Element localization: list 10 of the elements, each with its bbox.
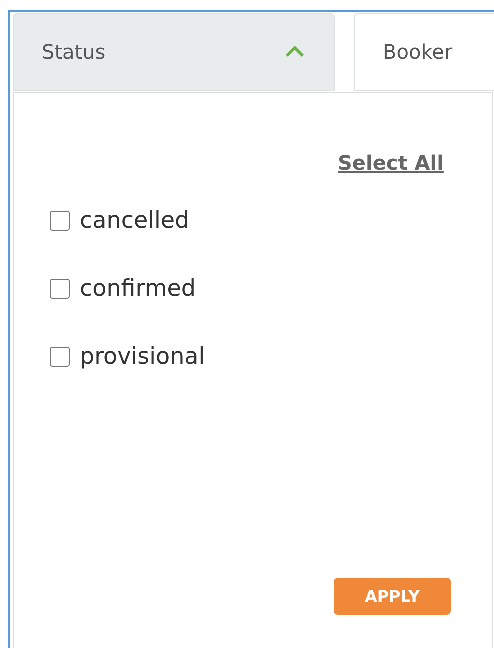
option-label: confirmed: [80, 276, 196, 302]
option-label: provisional: [80, 344, 206, 370]
option-label: cancelled: [80, 208, 190, 234]
select-all-link[interactable]: Select All: [338, 151, 444, 175]
checkbox[interactable]: [50, 279, 70, 299]
checkbox[interactable]: [50, 211, 70, 231]
checkbox[interactable]: [50, 347, 70, 367]
chevron-up-icon: [284, 45, 306, 59]
filter-tab[interactable]: Booker: [354, 13, 494, 91]
filter-tab[interactable]: Status: [13, 13, 335, 91]
